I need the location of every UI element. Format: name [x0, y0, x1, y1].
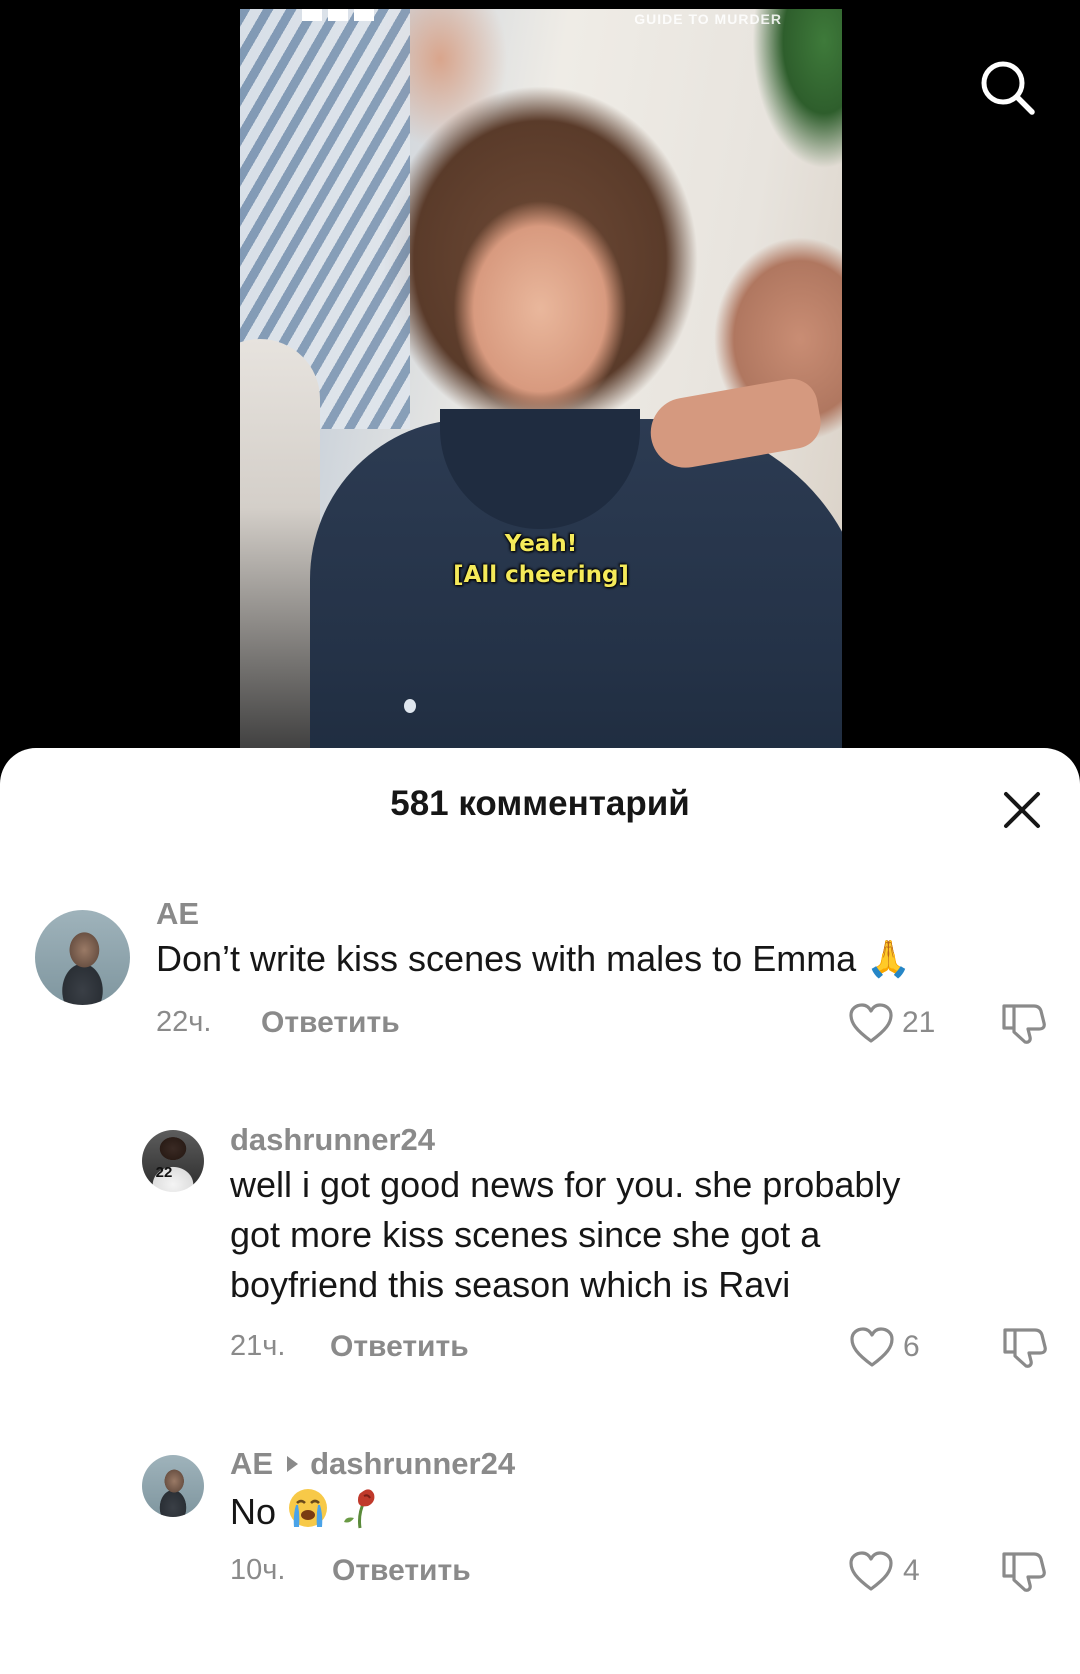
heart-icon: [849, 1003, 893, 1043]
like-button[interactable]: [848, 1550, 894, 1592]
comment-timestamp: 22ч.: [156, 1006, 212, 1038]
comment-author[interactable]: AE: [230, 1446, 273, 1481]
comment-username[interactable]: AE: [156, 896, 199, 932]
close-icon: [1004, 792, 1040, 828]
like-count: 21: [902, 1006, 936, 1039]
avatar-jersey-number: 22: [155, 1164, 173, 1182]
dislike-button[interactable]: [1001, 1324, 1047, 1368]
comment-text-line: well i got good news for you. she probab…: [230, 1164, 901, 1205]
video-scene-plant: [752, 9, 842, 169]
avatar[interactable]: [142, 1455, 204, 1517]
comment-text: Don’t write kiss scenes with males to Em…: [156, 934, 911, 984]
comment-timestamp: 21ч.: [230, 1330, 286, 1362]
thumbs-down-icon: [1002, 1004, 1046, 1044]
close-button[interactable]: [1000, 788, 1044, 832]
subtitle-line-1: Yeah!: [504, 531, 578, 557]
dislike-button[interactable]: [1000, 1548, 1046, 1592]
comment-text-line: got more kiss scenes since she got a: [230, 1214, 821, 1255]
show-watermark: GUIDE TO MURDER: [634, 11, 782, 27]
video-player[interactable]: GUIDE TO MURDER Yeah! [All cheering]: [0, 0, 1080, 760]
wilted-flower-emoji: [340, 1484, 380, 1543]
comment-timestamp: 10ч.: [230, 1554, 286, 1586]
like-button[interactable]: [849, 1326, 895, 1368]
bbc-logo: [302, 9, 380, 21]
heart-icon: [850, 1327, 894, 1367]
comment-text: well i got good news for you. she probab…: [230, 1160, 1030, 1310]
comments-sheet: 581 комментарий AE Don’t write kiss scen…: [0, 748, 1080, 1674]
reply-button[interactable]: Ответить: [332, 1554, 471, 1588]
video-subtitle: Yeah! [All cheering]: [240, 529, 842, 591]
reply-arrow-icon: [287, 1456, 299, 1473]
search-button[interactable]: [978, 58, 1038, 118]
like-count: 6: [903, 1330, 920, 1363]
comments-count-title: 581 комментарий: [390, 784, 690, 823]
avatar[interactable]: [35, 910, 130, 1005]
comment-text-content: Don’t write kiss scenes with males to Em…: [156, 938, 912, 979]
subtitle-line-2: [All cheering]: [453, 562, 629, 588]
reply-button[interactable]: Ответить: [261, 1006, 400, 1040]
avatar[interactable]: 22: [142, 1130, 204, 1192]
like-count: 4: [903, 1554, 920, 1587]
comment-username: AE dashrunner24: [230, 1446, 515, 1482]
thumbs-down-icon: [1002, 1552, 1046, 1592]
video-scene-button: [404, 699, 416, 713]
comment-text-content: No: [230, 1491, 277, 1532]
like-button[interactable]: [848, 1002, 894, 1044]
reply-button[interactable]: Ответить: [330, 1330, 469, 1364]
comment-username[interactable]: dashrunner24: [230, 1122, 435, 1158]
reply-to-username[interactable]: dashrunner24: [310, 1446, 515, 1481]
comment-text: No: [230, 1484, 380, 1543]
video-scene-hand: [645, 374, 825, 474]
thumbs-down-icon: [1003, 1328, 1047, 1368]
heart-icon: [849, 1551, 893, 1591]
crying-face-emoji: [286, 1486, 330, 1543]
search-icon: [981, 61, 1035, 115]
dislike-button[interactable]: [1000, 1000, 1046, 1044]
comment-text-line: boyfriend this season which is Ravi: [230, 1264, 791, 1305]
video-frame[interactable]: GUIDE TO MURDER Yeah! [All cheering]: [240, 9, 842, 760]
